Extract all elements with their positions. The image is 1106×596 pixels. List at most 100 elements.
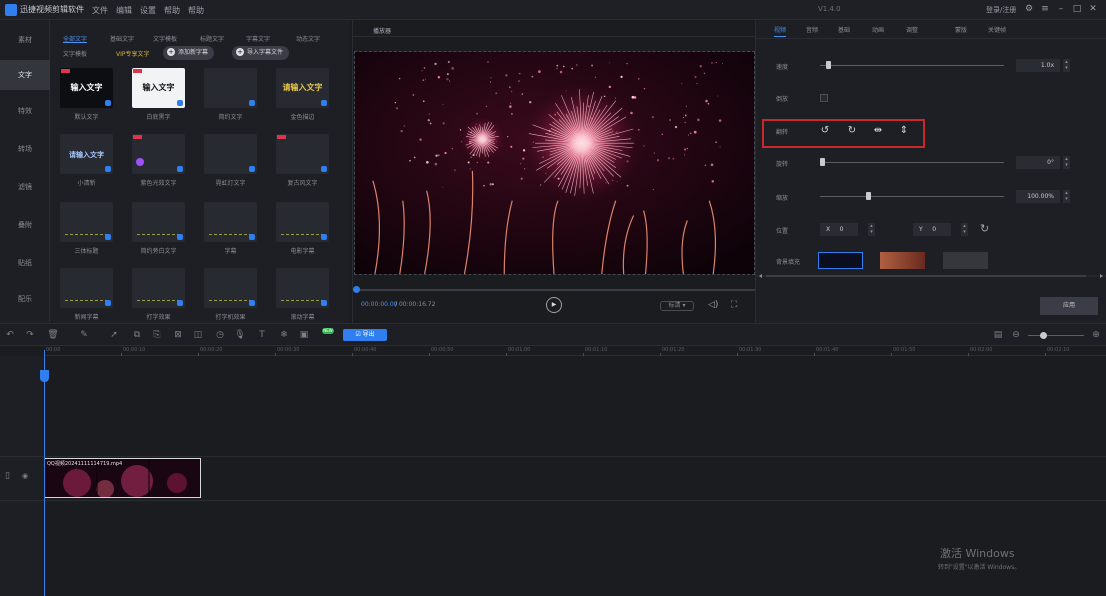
tab-video[interactable]: 视频 xyxy=(774,25,786,34)
player-tab[interactable]: 播放器 xyxy=(373,26,391,35)
monitor-icon[interactable]: ▤ xyxy=(992,329,1004,341)
tab-audio[interactable]: 音频 xyxy=(806,25,818,34)
volume-icon[interactable]: ◁) xyxy=(708,300,718,310)
video-clip[interactable]: QQ视频20241111114719.mp4 xyxy=(44,458,201,498)
position-x-field[interactable]: X 0 xyxy=(820,223,858,236)
text-template-tile[interactable] xyxy=(132,268,185,308)
copy-icon[interactable]: ⎘ xyxy=(151,329,163,341)
arrow-icon[interactable]: ➚ xyxy=(108,329,120,341)
speed-slider-track[interactable] xyxy=(820,65,1004,66)
picture-icon[interactable]: ▣ xyxy=(298,329,310,341)
text-template-tile[interactable]: 输入文字 xyxy=(132,68,185,108)
position-y-field[interactable]: Y 0 xyxy=(913,223,951,236)
text-template-tile[interactable] xyxy=(60,268,113,308)
maximize-icon[interactable]: □ xyxy=(1072,4,1082,14)
tab-dynamic-text[interactable]: 动态文字 xyxy=(296,34,320,43)
zoom-in-icon[interactable]: ⊕ xyxy=(1090,329,1102,341)
crop-icon[interactable]: ⊠ xyxy=(172,329,184,341)
text-template-tile[interactable] xyxy=(276,134,329,174)
flip-horizontal-icon[interactable]: ⇹ xyxy=(871,124,885,138)
position-y-stepper[interactable]: ▴ ▾ xyxy=(961,223,968,236)
rotate-right-icon[interactable]: ↻ xyxy=(845,124,859,138)
scale-value[interactable]: 100.00% xyxy=(1016,190,1060,203)
scale-slider-track[interactable] xyxy=(820,196,1004,197)
fullscreen-icon[interactable]: ⛶ xyxy=(731,300,737,310)
nav-item-media[interactable]: 素材 xyxy=(0,25,50,55)
delete-icon[interactable]: 🗑 xyxy=(47,329,59,341)
tab-title-text[interactable]: 标题文字 xyxy=(200,34,224,43)
properties-scrollbar[interactable] xyxy=(756,273,1106,279)
rotate-value[interactable]: 0° xyxy=(1016,156,1060,169)
zoom-out-icon[interactable]: ⊖ xyxy=(1010,329,1022,341)
clock-icon[interactable]: ◷ xyxy=(214,329,226,341)
tab-basic-text[interactable]: 基础文字 xyxy=(110,34,134,43)
text-template-tile[interactable]: 请输入文字 xyxy=(60,134,113,174)
speed-value[interactable]: 1.0x xyxy=(1016,59,1060,72)
menu-edit[interactable]: 编辑 xyxy=(116,5,132,16)
redo-icon[interactable]: ↷ xyxy=(24,329,36,341)
nav-item-text[interactable]: 文字 xyxy=(0,60,50,90)
import-subtitle-button[interactable]: + 导入字幕文件 xyxy=(232,46,290,60)
playhead-handle[interactable] xyxy=(40,370,49,382)
edit-icon[interactable]: ✎ xyxy=(78,329,90,341)
eye-icon[interactable]: ◉ xyxy=(22,472,28,480)
nav-item-effects[interactable]: 特效 xyxy=(0,96,50,126)
text-template-tile[interactable] xyxy=(204,202,257,242)
text-template-tile[interactable] xyxy=(132,134,185,174)
zoom-slider-handle[interactable] xyxy=(1040,332,1047,339)
rotate-slider-handle[interactable] xyxy=(820,158,825,166)
text-template-tile[interactable] xyxy=(204,68,257,108)
apply-button[interactable]: 应用 xyxy=(1040,297,1098,315)
mic-icon[interactable]: 🎙 xyxy=(234,329,246,341)
speed-stepper[interactable]: ▴ ▾ xyxy=(1063,59,1070,72)
flip-vertical-icon[interactable]: ⇕ xyxy=(897,124,911,138)
background-swatch-blur[interactable] xyxy=(880,252,925,269)
play-button[interactable]: ▶ xyxy=(546,297,562,313)
undo-icon[interactable]: ↶ xyxy=(4,329,16,341)
split-icon[interactable]: ⧉ xyxy=(131,329,143,341)
gear-icon[interactable]: ⚙ xyxy=(1024,4,1034,14)
quality-select[interactable]: 标清 ▾ xyxy=(660,301,694,311)
tab-basic[interactable]: 基础 xyxy=(838,25,850,34)
tab-animation[interactable]: 动画 xyxy=(872,25,884,34)
rotate-slider-track[interactable] xyxy=(820,162,1004,163)
background-swatch-solid[interactable] xyxy=(818,252,863,269)
freeze-icon[interactable]: ❄ xyxy=(278,329,290,341)
text-template-tile[interactable] xyxy=(276,268,329,308)
nav-item-filters[interactable]: 滤镜 xyxy=(0,172,50,202)
add-text-button[interactable]: + 添加新字幕 xyxy=(163,46,215,60)
close-icon[interactable]: ✕ xyxy=(1088,4,1098,14)
text-template-tile[interactable] xyxy=(132,202,185,242)
nav-item-transitions[interactable]: 转场 xyxy=(0,134,50,164)
position-x-stepper[interactable]: ▴ ▾ xyxy=(868,223,875,236)
tab-keyframe[interactable]: 关键帧 xyxy=(988,25,1006,34)
tab-subtitle-text[interactable]: 字幕文字 xyxy=(246,34,270,43)
subtab-vip[interactable]: VIP专享文字 xyxy=(116,49,150,58)
rotate-left-icon[interactable]: ↺ xyxy=(818,124,832,138)
seek-handle[interactable] xyxy=(353,286,360,293)
subtab-template[interactable]: 文字模板 xyxy=(63,49,87,58)
reset-position-icon[interactable]: ↻ xyxy=(980,222,989,235)
seek-bar[interactable] xyxy=(354,289,755,291)
reverse-checkbox[interactable] xyxy=(820,94,828,102)
text-template-tile[interactable]: 请输入文字 xyxy=(276,68,329,108)
text-template-tile[interactable]: 输入文字 xyxy=(60,68,113,108)
text-template-tile[interactable] xyxy=(204,134,257,174)
menu-icon[interactable]: ≡ xyxy=(1040,4,1050,14)
login-link[interactable]: 登录/注册 xyxy=(986,5,1016,15)
scale-stepper[interactable]: ▴ ▾ xyxy=(1063,190,1070,203)
tab-mask[interactable]: 蒙版 xyxy=(955,25,967,34)
text-template-tile[interactable] xyxy=(204,268,257,308)
text-icon[interactable]: T xyxy=(256,329,268,341)
menu-help[interactable]: 帮助 xyxy=(164,5,180,16)
tab-adjust[interactable]: 调整 xyxy=(906,25,918,34)
nav-item-music[interactable]: 配乐 xyxy=(0,284,50,314)
tab-text-template[interactable]: 文字模板 xyxy=(153,34,177,43)
zoom-slider-track[interactable] xyxy=(1028,335,1084,336)
lock-icon[interactable]: ▯ xyxy=(5,471,10,481)
export-button[interactable]: ☑ 导出 xyxy=(343,329,387,341)
menu-file[interactable]: 文件 xyxy=(92,5,108,16)
minimize-icon[interactable]: – xyxy=(1056,4,1066,14)
tab-all-text[interactable]: 全部文字 xyxy=(63,34,87,43)
rotate-stepper[interactable]: ▴ ▾ xyxy=(1063,156,1070,169)
